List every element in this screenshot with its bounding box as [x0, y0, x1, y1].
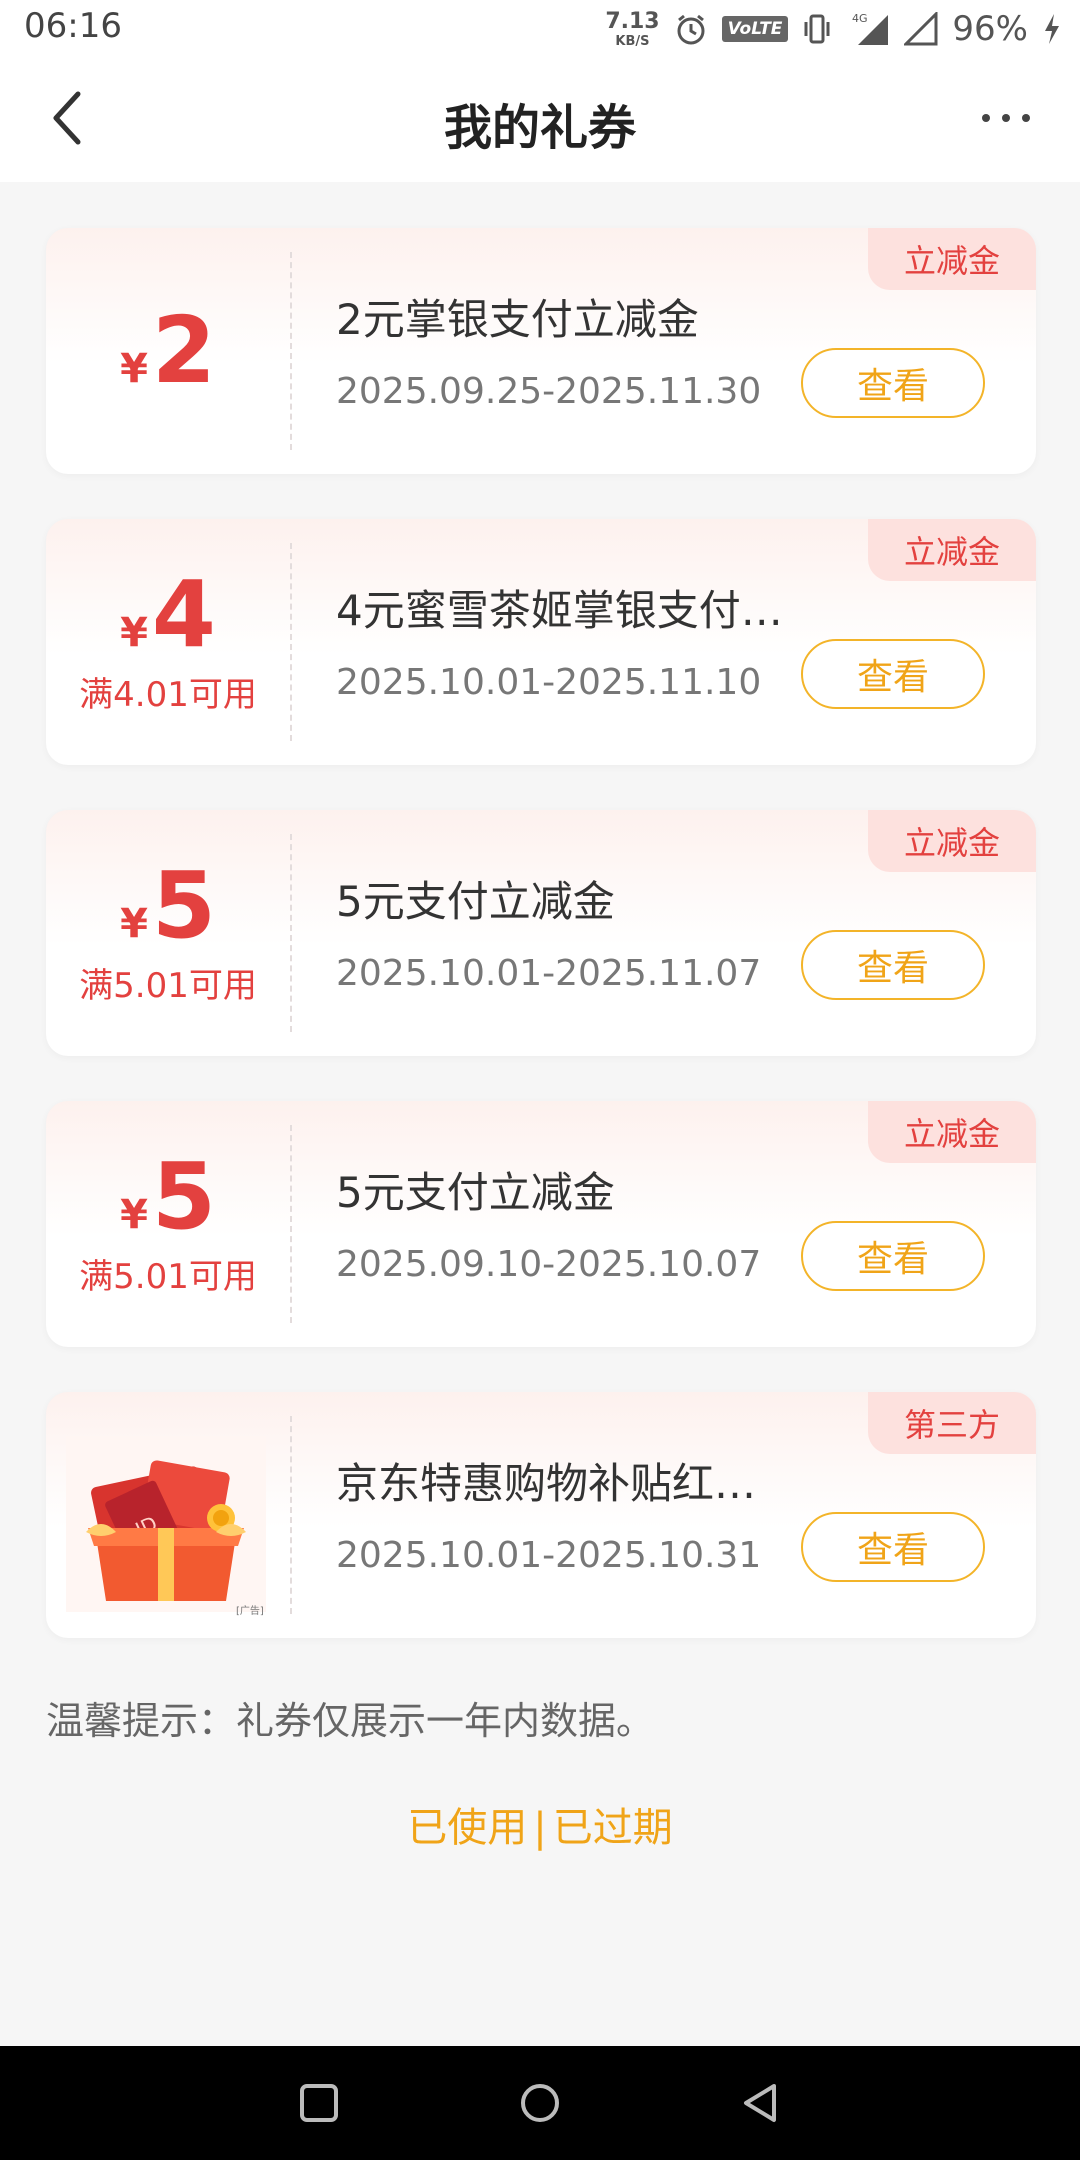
- net-speed-unit: KB/S: [615, 33, 650, 49]
- hint-text: 温馨提示：礼券仅展示一年内数据。: [46, 1699, 655, 1743]
- charging-icon: [1045, 14, 1059, 44]
- status-bar: 06:16 7.13 KB/S VoLTE 4G 96%: [0, 0, 1080, 58]
- dashed-divider: [290, 834, 292, 1032]
- coupon-type-tag: 立减金: [868, 810, 1036, 872]
- coupon-card[interactable]: 立减金 ¥ 2 2元掌银支付立减金 2025.09.25-2025.11.30 …: [46, 228, 1036, 474]
- dashed-divider: [290, 252, 292, 450]
- currency-symbol: ¥: [120, 346, 148, 392]
- amount-value: 2: [151, 297, 216, 404]
- view-button[interactable]: 查看: [801, 1512, 985, 1582]
- usage-condition: 满4.01可用: [79, 674, 257, 715]
- amount-value: 5: [151, 851, 216, 959]
- coupon-type-tag: 立减金: [868, 519, 1036, 581]
- view-button[interactable]: 查看: [801, 930, 985, 1000]
- coupon-name: 京东特惠购物补贴红…: [336, 1459, 757, 1508]
- net-speed: 7.13 KB/S: [605, 8, 660, 49]
- coupon-validity: 2025.09.25-2025.11.30: [336, 371, 762, 412]
- history-links: 已使用 | 已过期: [0, 1795, 1080, 1853]
- coupon-name: 5元支付立减金: [336, 877, 615, 926]
- link-separator: |: [533, 1805, 547, 1851]
- svg-text:4G: 4G: [852, 12, 868, 25]
- coupon-type-tag: 立减金: [868, 1101, 1036, 1163]
- usage-condition: 满5.01可用: [79, 1256, 257, 1297]
- coupon-type-tag: 立减金: [868, 228, 1036, 290]
- battery-percent: 96%: [952, 9, 1028, 49]
- coupon-amount: ¥ 5: [120, 1142, 216, 1250]
- expired-link[interactable]: 已过期: [553, 1805, 673, 1851]
- coupon-amount-area: ¥ 2: [46, 228, 290, 474]
- net-speed-value: 7.13: [605, 8, 660, 34]
- currency-symbol: ¥: [120, 609, 148, 656]
- coupon-card[interactable]: 立减金 ¥ 4 满4.01可用 4元蜜雪茶姬掌银支付… 2025.10.01-2…: [46, 519, 1036, 765]
- coupon-validity: 2025.10.01-2025.11.10: [336, 662, 762, 703]
- view-button[interactable]: 查看: [801, 1221, 985, 1291]
- coupon-name: 4元蜜雪茶姬掌银支付…: [336, 586, 783, 635]
- coupon-info: 京东特惠购物补贴红… 2025.10.01-2025.10.31: [336, 1450, 816, 1576]
- coupon-type-tag: 第三方: [868, 1392, 1036, 1454]
- coupon-amount: ¥ 2: [120, 305, 216, 397]
- coupon-info: 5元支付立减金 2025.09.10-2025.10.07: [336, 1159, 816, 1285]
- recent-apps-icon[interactable]: [294, 2078, 344, 2128]
- coupon-validity: 2025.10.01-2025.11.07: [336, 953, 762, 994]
- signal-icon: [904, 12, 938, 46]
- more-icon[interactable]: [976, 98, 1036, 138]
- status-time: 06:16: [24, 6, 122, 46]
- used-link[interactable]: 已使用: [407, 1805, 527, 1851]
- dashed-divider: [290, 1416, 292, 1614]
- coupon-amount: ¥ 4: [120, 560, 216, 668]
- system-nav-bar: [0, 2046, 1080, 2160]
- dashed-divider: [290, 1125, 292, 1323]
- alarm-icon: [677, 14, 705, 45]
- view-button[interactable]: 查看: [801, 348, 985, 418]
- vibrate-icon: [804, 14, 830, 44]
- coupon-list: 立减金 ¥ 2 2元掌银支付立减金 2025.09.25-2025.11.30 …: [46, 228, 1036, 1683]
- amount-value: 4: [151, 560, 216, 668]
- coupon-name: 2元掌银支付立减金: [336, 295, 699, 344]
- coupon-card[interactable]: 立减金 ¥ 5 满5.01可用 5元支付立减金 2025.09.10-2025.…: [46, 1101, 1036, 1347]
- dashed-divider: [290, 543, 292, 741]
- ad-label: [广告]: [236, 1606, 264, 1617]
- home-icon[interactable]: [515, 2078, 565, 2128]
- currency-symbol: ¥: [120, 900, 148, 947]
- coupon-validity: 2025.09.10-2025.10.07: [336, 1244, 762, 1285]
- gift-box-image: ID: [66, 1436, 266, 1612]
- status-icons: 7.13 KB/S VoLTE 4G 96%: [605, 4, 1062, 54]
- coupon-amount-area: ¥ 5 满5.01可用: [46, 1101, 290, 1347]
- coupon-validity: 2025.10.01-2025.10.31: [336, 1535, 762, 1576]
- coupon-info: 4元蜜雪茶姬掌银支付… 2025.10.01-2025.11.10: [336, 577, 816, 703]
- coupon-card[interactable]: 立减金 ¥ 5 满5.01可用 5元支付立减金 2025.10.01-2025.…: [46, 810, 1036, 1056]
- coupon-name: 5元支付立减金: [336, 1168, 615, 1217]
- coupon-card[interactable]: 第三方 ID [广告] 京东特惠购物补贴红… 2025.10.01-2025.1…: [46, 1392, 1036, 1638]
- signal-4g-icon: 4G: [852, 12, 889, 45]
- volte-badge: VoLTE: [721, 16, 789, 42]
- coupon-info: 5元支付立减金 2025.10.01-2025.11.07: [336, 868, 816, 994]
- currency-symbol: ¥: [120, 1191, 148, 1238]
- back-nav-icon[interactable]: [736, 2078, 786, 2128]
- app-header: 我的礼券: [0, 58, 1080, 182]
- coupon-info: 2元掌银支付立减金 2025.09.25-2025.11.30: [336, 286, 816, 412]
- amount-value: 5: [151, 1142, 216, 1250]
- usage-condition: 满5.01可用: [79, 965, 257, 1006]
- coupon-amount: ¥ 5: [120, 851, 216, 959]
- page-title: 我的礼券: [443, 100, 636, 156]
- coupon-amount-area: ¥ 4 满4.01可用: [46, 519, 290, 765]
- coupon-amount-area: ¥ 5 满5.01可用: [46, 810, 290, 1056]
- view-button[interactable]: 查看: [801, 639, 985, 709]
